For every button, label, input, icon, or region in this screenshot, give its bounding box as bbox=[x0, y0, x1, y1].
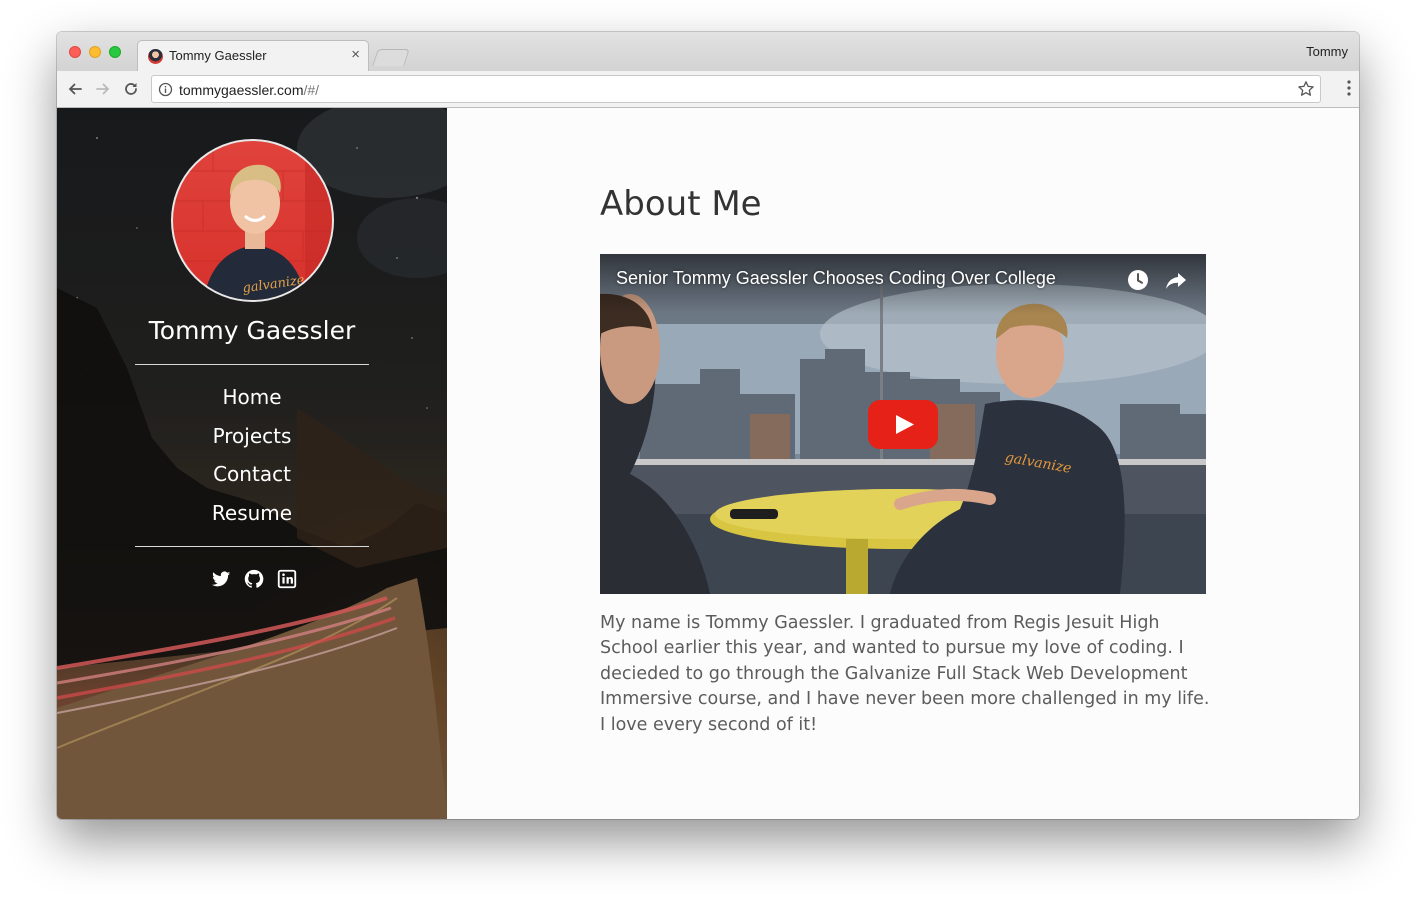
url-text[interactable]: tommygaessler.com/#/ bbox=[179, 82, 319, 98]
favicon-icon bbox=[148, 49, 163, 64]
browser-menu-icon[interactable] bbox=[1347, 80, 1351, 96]
about-bio-text: My name is Tommy Gaessler. I graduated f… bbox=[600, 613, 1210, 735]
address-bar[interactable]: tommygaessler.com/#/ bbox=[151, 75, 1321, 103]
avatar: galvanize bbox=[171, 139, 334, 302]
nav-resume-link[interactable]: Resume bbox=[57, 494, 447, 533]
nav-contact-link[interactable]: Contact bbox=[57, 455, 447, 494]
window-zoom-button[interactable] bbox=[109, 46, 121, 58]
video-title[interactable]: Senior Tommy Gaessler Chooses Coding Ove… bbox=[616, 268, 1056, 289]
sidebar-nav: Home Projects Contact Resume bbox=[57, 378, 447, 533]
profile-name[interactable]: Tommy bbox=[1306, 44, 1348, 59]
back-arrow-icon bbox=[68, 83, 82, 95]
page-viewport: galvanize Tommy Gaessler Home Projects C… bbox=[57, 108, 1359, 819]
reload-button[interactable] bbox=[119, 77, 143, 101]
watch-later-icon[interactable] bbox=[1126, 268, 1150, 292]
sidebar: galvanize Tommy Gaessler Home Projects C… bbox=[57, 108, 447, 819]
tab-close-icon[interactable]: × bbox=[351, 46, 360, 63]
social-links bbox=[207, 568, 302, 590]
page-title: About Me bbox=[600, 184, 762, 224]
tab-tommy-gaessler[interactable]: Tommy Gaessler × bbox=[137, 40, 369, 71]
linkedin-icon[interactable] bbox=[276, 568, 298, 590]
youtube-video-embed[interactable]: galvanize Senior Tommy Gaessler Chooses … bbox=[600, 254, 1206, 594]
tab-strip: Tommy Gaessler × Tommy bbox=[57, 32, 1359, 71]
bookmark-star-icon[interactable] bbox=[1297, 80, 1315, 98]
reload-icon bbox=[125, 83, 137, 95]
forward-arrow-icon bbox=[96, 83, 110, 95]
nav-projects-link[interactable]: Projects bbox=[57, 417, 447, 456]
url-path: /#/ bbox=[303, 82, 320, 98]
forward-button[interactable] bbox=[91, 77, 115, 101]
window-close-button[interactable] bbox=[69, 46, 81, 58]
play-button-icon[interactable] bbox=[868, 400, 938, 449]
github-icon[interactable] bbox=[243, 568, 265, 590]
bottom-divider bbox=[135, 546, 369, 547]
nav-home-link[interactable]: Home bbox=[57, 378, 447, 417]
back-button[interactable] bbox=[63, 77, 87, 101]
tab-title: Tommy Gaessler bbox=[169, 48, 267, 63]
avatar-photo: galvanize bbox=[173, 141, 332, 300]
main-content: About Me galvanize Senior Tommy Gaessler… bbox=[447, 108, 1359, 819]
url-host: tommygaessler.com bbox=[179, 82, 304, 98]
browser-toolbar: tommygaessler.com/#/ bbox=[57, 71, 1359, 108]
browser-window: Tommy Gaessler × Tommy tommygaessler.com… bbox=[57, 32, 1359, 819]
twitter-icon[interactable] bbox=[210, 568, 232, 590]
share-icon[interactable] bbox=[1164, 268, 1188, 292]
site-name: Tommy Gaessler bbox=[148, 316, 356, 345]
new-tab-button[interactable] bbox=[372, 49, 410, 66]
window-minimize-button[interactable] bbox=[89, 46, 101, 58]
top-divider bbox=[135, 364, 369, 365]
info-icon[interactable] bbox=[158, 82, 173, 97]
